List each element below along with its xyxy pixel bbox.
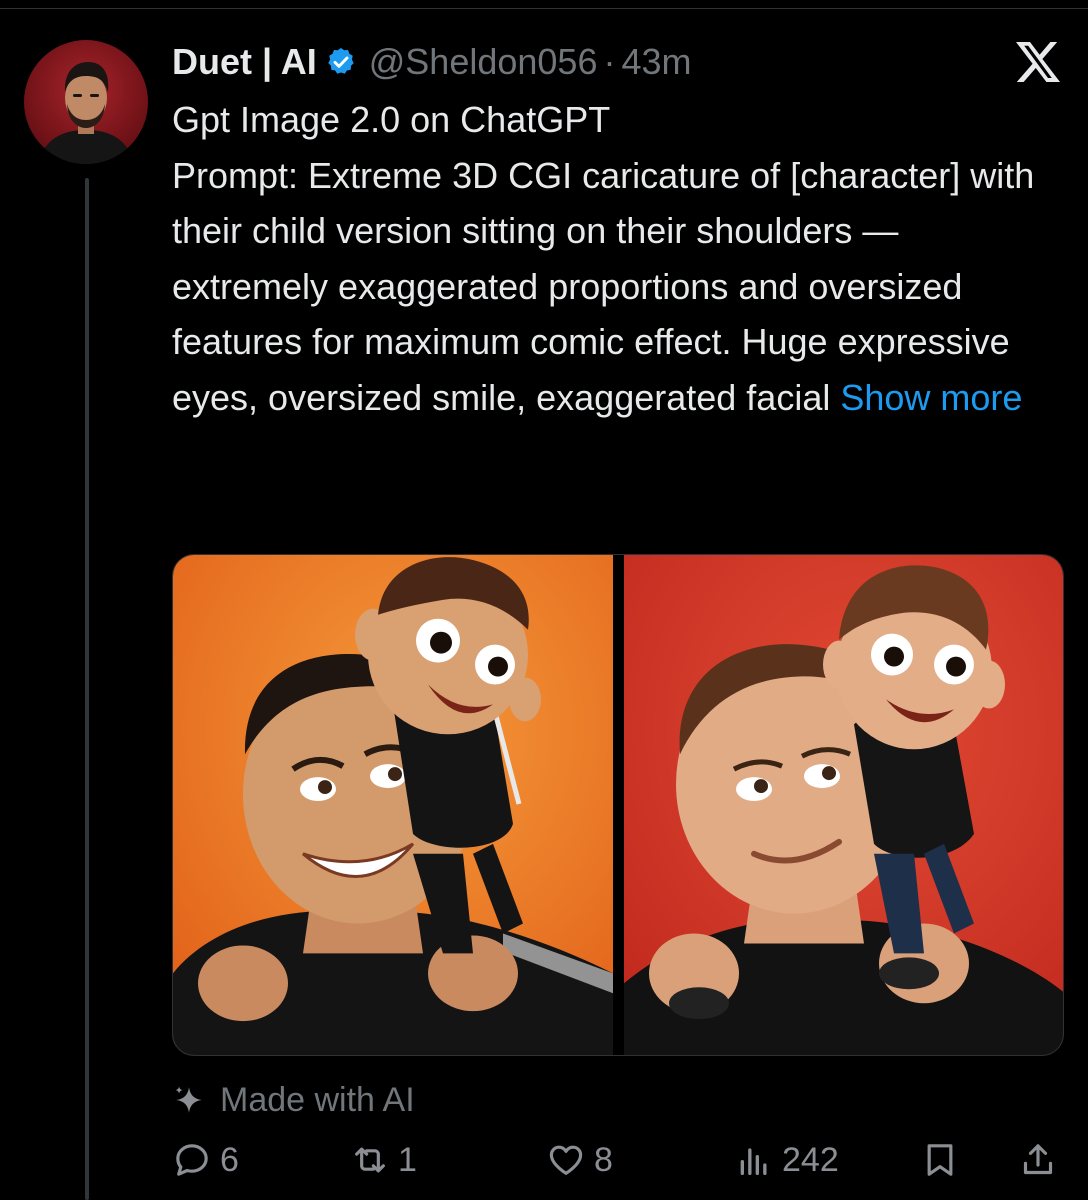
sparkle-icon: [175, 1086, 202, 1113]
media-grid: [172, 554, 1064, 1056]
display-name[interactable]: Duet | AI: [172, 41, 317, 83]
made-with-ai-label[interactable]: Made with AI: [172, 1078, 415, 1122]
show-more-link[interactable]: Show more: [840, 377, 1022, 418]
avatar[interactable]: [24, 40, 148, 164]
separator-dot: ·: [603, 41, 616, 82]
like-count: 8: [594, 1140, 613, 1179]
avatar-image: [24, 40, 148, 164]
bookmark-icon: [927, 1144, 953, 1176]
top-divider: [0, 8, 1088, 9]
media-image-1[interactable]: [173, 555, 613, 1055]
verified-badge-icon: [328, 48, 354, 74]
user-handle[interactable]: @Sheldon056: [369, 41, 598, 83]
made-with-ai-text: Made with AI: [220, 1080, 415, 1119]
share-icon: [1023, 1144, 1053, 1175]
reply-button[interactable]: 6: [172, 1136, 239, 1184]
repost-count: 1: [398, 1140, 417, 1179]
x-logo-icon[interactable]: [1014, 40, 1062, 84]
reply-count: 6: [220, 1140, 239, 1179]
views-count: 242: [782, 1140, 839, 1179]
tweet-text-prompt: Prompt: Extreme 3D CGI caricature of [ch…: [172, 148, 1052, 426]
tweet-header: Duet | AI @Sheldon056 · 43m: [172, 40, 692, 84]
action-bar: 6 1 8 242: [172, 1136, 1064, 1184]
like-icon: [549, 1145, 583, 1175]
bookmark-button[interactable]: [920, 1136, 960, 1184]
repost-icon: [355, 1147, 385, 1173]
thread-line: [85, 178, 89, 1200]
media-image-2[interactable]: [624, 555, 1064, 1055]
reply-icon: [176, 1144, 208, 1176]
views-button[interactable]: 242: [734, 1136, 839, 1184]
like-button[interactable]: 8: [546, 1136, 613, 1184]
tweet-text: Gpt Image 2.0 on ChatGPT Prompt: Extreme…: [172, 92, 1052, 425]
share-button[interactable]: [1018, 1136, 1058, 1184]
tweet-text-line-title: Gpt Image 2.0 on ChatGPT: [172, 99, 611, 140]
timestamp[interactable]: 43m: [621, 41, 691, 83]
repost-button[interactable]: 1: [350, 1136, 417, 1184]
views-icon: [740, 1148, 767, 1175]
